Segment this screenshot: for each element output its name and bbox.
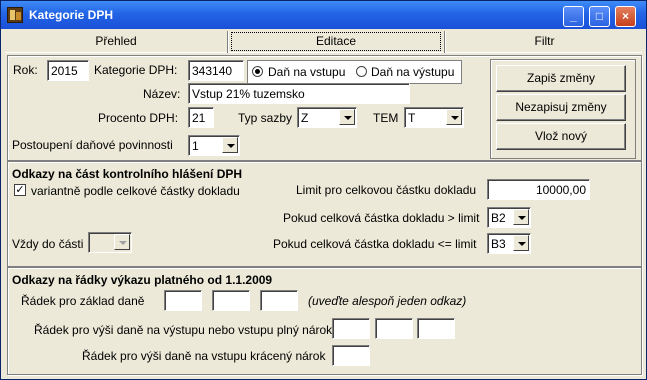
tem-value: T <box>408 111 416 125</box>
less-limit-value: B3 <box>491 237 506 251</box>
chevron-down-icon <box>114 234 130 250</box>
variantne-checkbox[interactable]: ✓ <box>14 184 26 196</box>
title-bar[interactable]: Kategorie DPH _ □ × <box>1 1 646 29</box>
tab-separator <box>444 31 446 53</box>
vzdy-label: Vždy do části <box>12 237 84 251</box>
rok-input[interactable]: 2015 <box>47 60 89 81</box>
chevron-down-icon[interactable] <box>446 109 462 125</box>
typ-sazby-value: Z <box>301 111 309 125</box>
less-limit-select[interactable]: B3 <box>487 233 531 254</box>
rok-label: Rok: <box>13 63 38 77</box>
radio-dan-vystup-label[interactable]: Daň na výstupu <box>371 65 454 79</box>
save-button[interactable]: Zapiš změny <box>496 65 626 92</box>
plny-narok-input-2[interactable] <box>375 318 413 339</box>
discard-button[interactable]: Nezapisuj změny <box>496 94 626 121</box>
maximize-button[interactable]: □ <box>589 6 610 27</box>
vzdy-select[interactable] <box>88 232 132 253</box>
limit-label: Limit pro celkovou částku dokladu <box>296 183 477 197</box>
radio-dan-vstup-label[interactable]: Daň na vstupu <box>268 65 345 79</box>
kraceny-narok-input[interactable] <box>332 345 370 366</box>
tem-select[interactable]: T <box>404 107 464 128</box>
greater-limit-value: B2 <box>491 211 506 225</box>
zaklad-input-1[interactable] <box>164 290 202 311</box>
variantne-label[interactable]: variantně podle celkové částky dokladu <box>31 184 240 198</box>
zaklad-input-2[interactable] <box>212 290 250 311</box>
greater-limit-select[interactable]: B2 <box>487 207 531 228</box>
nazev-label: Název: <box>143 87 181 101</box>
kategorie-label: Kategorie DPH: <box>94 63 178 77</box>
procento-input[interactable]: 21 <box>188 107 214 128</box>
chevron-down-icon[interactable] <box>513 209 529 225</box>
odkaz-hint: (uveďte alespoň jeden odkaz) <box>308 294 467 308</box>
plny-narok-label: Řádek pro výši daně na výstupu nebo vstu… <box>34 323 333 337</box>
vykaz-heading: Odkazy na řádky výkazu platného od 1.1.2… <box>12 273 273 287</box>
kontrolni-heading: Odkazy na část kontrolního hlášení DPH <box>12 167 243 181</box>
limit-input[interactable]: 10000,00 <box>487 179 590 200</box>
less-limit-label: Pokud celková částka dokladu <= limit <box>273 237 477 251</box>
zaklad-label: Řádek pro základ daně <box>21 294 145 308</box>
tab-separator <box>227 31 229 53</box>
postoupeni-select[interactable]: 1 <box>188 135 240 156</box>
insert-new-button[interactable]: Vlož nový <box>496 123 626 150</box>
plny-narok-input-3[interactable] <box>417 318 455 339</box>
app-icon <box>7 7 23 23</box>
kategorie-input[interactable]: 343140 <box>188 60 244 81</box>
nazev-input[interactable]: Vstup 21% tuzemsko <box>188 83 410 104</box>
postoupeni-value: 1 <box>192 139 199 153</box>
chevron-down-icon[interactable] <box>339 109 355 125</box>
radio-dan-vystup[interactable] <box>356 66 367 77</box>
typ-sazby-label: Typ sazby <box>238 111 293 125</box>
tab-filtr[interactable]: Filtr <box>447 31 642 53</box>
procento-label: Procento DPH: <box>98 111 179 125</box>
typ-sazby-select[interactable]: Z <box>297 107 357 128</box>
window-title: Kategorie DPH <box>29 8 114 22</box>
chevron-down-icon[interactable] <box>222 137 238 153</box>
zaklad-input-3[interactable] <box>260 290 298 311</box>
window: Kategorie DPH _ □ × Přehled Editace Filt… <box>0 0 647 380</box>
close-button[interactable]: × <box>615 6 636 27</box>
plny-narok-input-1[interactable] <box>332 318 370 339</box>
radio-dan-vstup[interactable] <box>252 66 263 77</box>
tem-label: TEM <box>373 111 399 125</box>
minimize-button[interactable]: _ <box>563 6 584 27</box>
postoupeni-label: Postoupení daňové povinnosti <box>12 138 173 152</box>
tab-bar: Přehled Editace Filtr <box>5 31 642 53</box>
kraceny-narok-label: Řádek pro výši daně na vstupu krácený ná… <box>82 349 326 363</box>
tab-editace[interactable]: Editace <box>231 32 441 51</box>
tab-prehled[interactable]: Přehled <box>5 31 227 53</box>
chevron-down-icon[interactable] <box>513 235 529 251</box>
greater-limit-label: Pokud celková částka dokladu > limit <box>283 211 480 225</box>
